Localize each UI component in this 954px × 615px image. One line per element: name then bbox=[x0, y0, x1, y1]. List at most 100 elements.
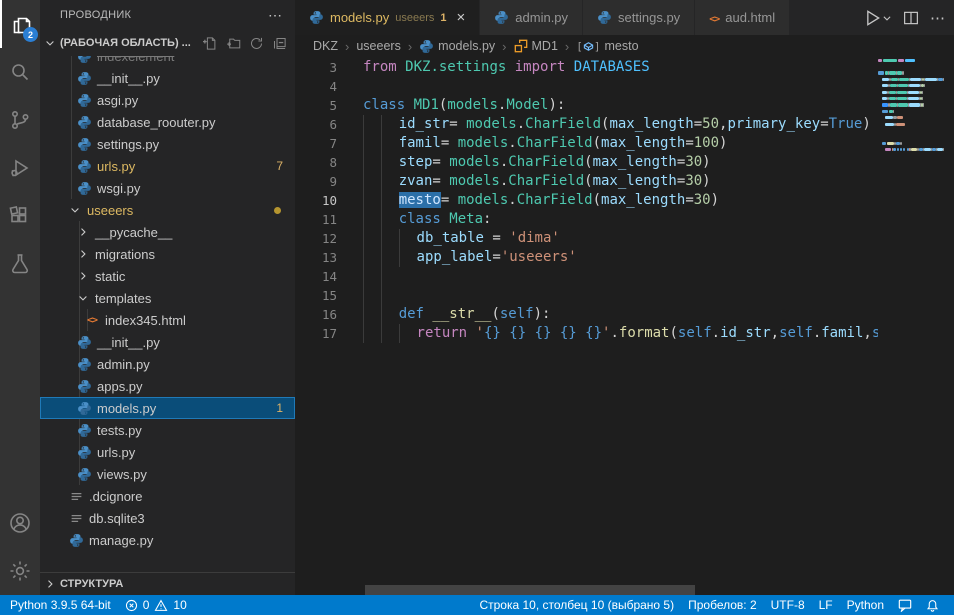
line-content: return '{} {} {} {} {}'.format(self.id_s… bbox=[363, 324, 878, 343]
tree-item-label: asgi.py bbox=[97, 93, 138, 108]
status-eol[interactable]: LF bbox=[812, 595, 840, 615]
tree-item-static[interactable]: static bbox=[40, 265, 295, 287]
breadcrumb-DKZ[interactable]: DKZ bbox=[313, 39, 338, 53]
tab-admin.py[interactable]: admin.py bbox=[480, 0, 583, 35]
tree-item-urls.py[interactable]: urls.py7 bbox=[40, 155, 295, 177]
activity-search-button[interactable] bbox=[0, 48, 40, 96]
chevron-right-icon bbox=[76, 248, 90, 260]
chevron-right-icon bbox=[76, 226, 90, 238]
activity-testing-button[interactable] bbox=[0, 240, 40, 288]
tree-item-__init__.py[interactable]: __init__.py bbox=[40, 331, 295, 353]
tree-item-apps.py[interactable]: apps.py bbox=[40, 375, 295, 397]
modified-dot-icon bbox=[274, 207, 281, 214]
breadcrumb-models.py[interactable]: models.py bbox=[419, 39, 495, 54]
line-content: step= models.CharField(max_length=30) bbox=[363, 153, 878, 172]
close-icon[interactable]: × bbox=[457, 10, 466, 25]
indent-guide bbox=[363, 210, 381, 229]
breadcrumb-label: DKZ bbox=[313, 39, 338, 53]
line-content bbox=[363, 286, 878, 305]
tree-item-templates[interactable]: templates bbox=[40, 287, 295, 309]
tree-item-manage.py[interactable]: manage.py bbox=[40, 529, 295, 551]
py-file-icon bbox=[309, 10, 324, 25]
line-number: 13 bbox=[295, 248, 337, 267]
indent-guide bbox=[381, 248, 399, 267]
code-editor[interactable]: 3from DKZ.settings import DATABASES45cla… bbox=[295, 57, 878, 595]
tree-item-migrations[interactable]: migrations bbox=[40, 243, 295, 265]
tree-item-index345.html[interactable]: <>index345.html bbox=[40, 309, 295, 331]
tree-item-label: apps.py bbox=[97, 379, 143, 394]
tree-item-__pycache__[interactable]: __pycache__ bbox=[40, 221, 295, 243]
refresh-icon[interactable] bbox=[249, 36, 264, 51]
code-line-3: 3from DKZ.settings import DATABASES bbox=[295, 58, 878, 77]
indent-guide bbox=[363, 267, 381, 286]
tree-item-admin.py[interactable]: admin.py bbox=[40, 353, 295, 375]
tree-item-database_roouter.py[interactable]: database_roouter.py bbox=[40, 111, 295, 133]
tree-item-label: useeers bbox=[87, 203, 133, 218]
py-file-icon bbox=[76, 93, 92, 108]
activity-source-control-button[interactable] bbox=[0, 96, 40, 144]
activity-settings-button[interactable] bbox=[0, 547, 40, 595]
line-number: 14 bbox=[295, 267, 337, 286]
tab-label: settings.py bbox=[618, 10, 680, 25]
tree-item-urls.py[interactable]: urls.py bbox=[40, 441, 295, 463]
status-cursor-position[interactable]: Строка 10, столбец 10 (выбрано 5) bbox=[472, 595, 681, 615]
status-feedback[interactable] bbox=[891, 595, 919, 615]
code-line-10: 10mesto= models.CharField(max_length=30) bbox=[295, 191, 878, 210]
status-language[interactable]: Python bbox=[840, 595, 891, 615]
tree-item-asgi.py[interactable]: asgi.py bbox=[40, 89, 295, 111]
split-button[interactable] bbox=[902, 9, 920, 27]
more-actions-icon[interactable]: ⋯ bbox=[930, 9, 946, 27]
minimap[interactable] bbox=[878, 57, 944, 197]
horizontal-scrollbar[interactable] bbox=[365, 585, 695, 595]
line-content: id_str= models.CharField(max_length=50,p… bbox=[363, 115, 878, 134]
tree-item-db.sqlite3[interactable]: db.sqlite3 bbox=[40, 507, 295, 529]
bell-icon bbox=[926, 599, 939, 612]
tree-item-models.py[interactable]: models.py1 bbox=[40, 397, 295, 419]
breadcrumb-useeers[interactable]: useeers bbox=[356, 39, 400, 53]
status-python-version[interactable]: Python 3.9.5 64-bit bbox=[0, 595, 118, 615]
tree-item-.dcignore[interactable]: .dcignore bbox=[40, 485, 295, 507]
run-button[interactable] bbox=[862, 8, 892, 28]
status-notifications[interactable] bbox=[919, 595, 946, 615]
outline-section-header[interactable]: СТРУКТУРА bbox=[40, 572, 295, 595]
breadcrumb-MD1[interactable]: MD1 bbox=[514, 39, 558, 53]
activity-explorer-button[interactable]: 2 bbox=[0, 0, 42, 48]
tree-item-label: manage.py bbox=[89, 533, 153, 548]
tab-models.py[interactable]: models.pyuseeers1× bbox=[295, 0, 480, 35]
workspace-section-header[interactable]: (РАБОЧАЯ ОБЛАСТЬ) ... bbox=[40, 30, 295, 56]
new-file-icon[interactable] bbox=[203, 36, 218, 51]
source-control-icon bbox=[8, 108, 32, 132]
indent-guide bbox=[399, 324, 417, 343]
line-content: db_table = 'dima' bbox=[363, 229, 878, 248]
testing-icon bbox=[8, 252, 32, 276]
status-indentation[interactable]: Пробелов: 2 bbox=[681, 595, 764, 615]
run-debug-icon bbox=[8, 156, 32, 180]
tree-item-useeers[interactable]: useeers bbox=[40, 199, 295, 221]
tab-aud.html[interactable]: <>aud.html bbox=[695, 0, 790, 35]
tree-item-wsgi.py[interactable]: wsgi.py bbox=[40, 177, 295, 199]
status-problems[interactable]: 010 bbox=[118, 595, 194, 615]
new-folder-icon[interactable] bbox=[226, 36, 241, 51]
status-encoding[interactable]: UTF-8 bbox=[764, 595, 812, 615]
tab-settings.py[interactable]: settings.py bbox=[583, 0, 695, 35]
field-symbol-icon: [] bbox=[576, 40, 600, 53]
py-file-icon bbox=[76, 181, 92, 196]
collapse-all-icon[interactable] bbox=[272, 36, 287, 51]
code-line-6: 6id_str= models.CharField(max_length=50,… bbox=[295, 115, 878, 134]
tree-item-label: db.sqlite3 bbox=[89, 511, 145, 526]
warning-icon bbox=[154, 599, 168, 612]
tree-item-indexelement[interactable]: indexelement bbox=[40, 56, 295, 67]
activity-extensions-button[interactable] bbox=[0, 192, 40, 240]
tree-item-__init__.py[interactable]: __init__.py bbox=[40, 67, 295, 89]
tree-item-label: index345.html bbox=[105, 313, 186, 328]
activity-run-debug-button[interactable] bbox=[0, 144, 40, 192]
tree-item-settings.py[interactable]: settings.py bbox=[40, 133, 295, 155]
breadcrumb-mesto[interactable]: []mesto bbox=[576, 39, 638, 53]
tree-item-tests.py[interactable]: tests.py bbox=[40, 419, 295, 441]
status-label: UTF-8 bbox=[771, 598, 805, 612]
tree-item-views.py[interactable]: views.py bbox=[40, 463, 295, 485]
explorer-more-actions-icon[interactable]: ⋯ bbox=[268, 7, 283, 24]
line-content: class Meta: bbox=[363, 210, 878, 229]
tree-item-label: urls.py bbox=[97, 159, 135, 174]
activity-account-button[interactable] bbox=[0, 499, 40, 547]
